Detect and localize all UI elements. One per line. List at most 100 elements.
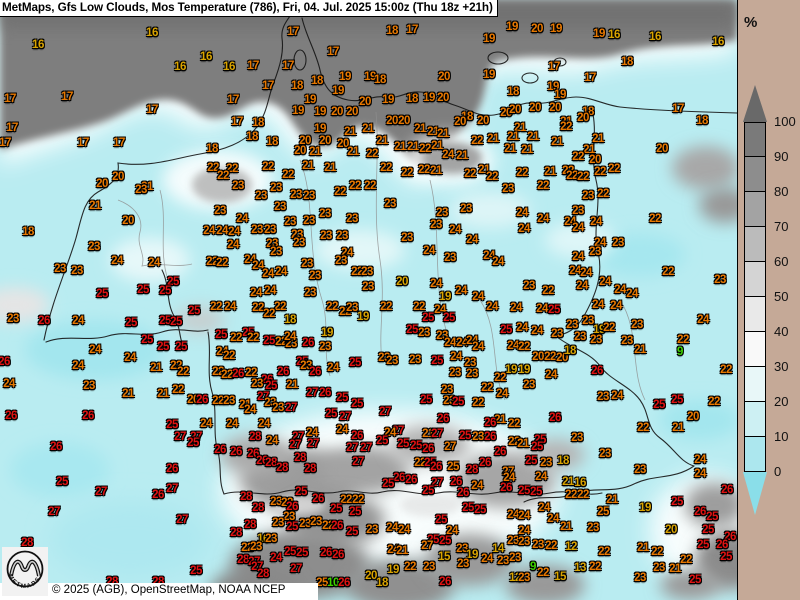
station-value: 20 xyxy=(509,104,521,116)
station-value: 22 xyxy=(326,301,338,313)
station-value: 20 xyxy=(549,102,561,114)
station-value: 25 xyxy=(531,441,543,453)
station-value: 26 xyxy=(457,487,469,499)
colorbar-segment xyxy=(744,437,766,472)
station-value: 28 xyxy=(249,431,261,443)
colorbar: 1009080706050403020100 xyxy=(744,85,800,525)
station-value: 23 xyxy=(540,457,552,469)
station-value: 21 xyxy=(507,131,519,143)
station-value: 25 xyxy=(422,312,434,324)
station-value: 23 xyxy=(303,215,315,227)
colorbar-tick-label: 90 xyxy=(774,149,788,164)
colorbar-tick-label: 50 xyxy=(774,289,788,304)
station-value: 23 xyxy=(612,237,624,249)
station-value: 23 xyxy=(714,274,726,286)
metmaps-logo[interactable]: METMAPS xyxy=(2,547,48,596)
station-value: 25 xyxy=(296,547,308,559)
station-value: 24 xyxy=(599,276,611,288)
station-value: 18 xyxy=(374,74,386,86)
station-value: 23 xyxy=(362,281,374,293)
station-value: 24 xyxy=(592,299,604,311)
station-value: 24 xyxy=(610,300,622,312)
station-value: 19 xyxy=(483,69,495,81)
station-value: 25 xyxy=(190,565,202,577)
station-value: 27 xyxy=(444,441,456,453)
station-value: 23 xyxy=(653,562,665,574)
station-value: 23 xyxy=(272,402,284,414)
station-value: 25 xyxy=(175,341,187,353)
station-value: 22 xyxy=(662,266,674,278)
station-value: 22 xyxy=(537,180,549,192)
station-value: 21 xyxy=(517,438,529,450)
station-value: 25 xyxy=(525,455,537,467)
station-value: 25 xyxy=(702,524,714,536)
station-value: 23 xyxy=(301,258,313,270)
station-value: 23 xyxy=(634,572,646,584)
station-value: 25 xyxy=(382,478,394,490)
station-value: 26 xyxy=(214,444,226,456)
station-value: 24 xyxy=(518,510,530,522)
station-value: 19 xyxy=(387,564,399,576)
station-value: 24 xyxy=(423,245,435,257)
station-value: 27 xyxy=(289,439,301,451)
station-value: 23 xyxy=(250,541,262,553)
station-value: 21 xyxy=(562,476,574,488)
station-value: 23 xyxy=(270,182,282,194)
station-value: 23 xyxy=(418,327,430,339)
station-value: 23 xyxy=(509,552,521,564)
station-value: 25 xyxy=(141,334,153,346)
station-value: 17 xyxy=(231,116,243,128)
station-value: 26 xyxy=(309,366,321,378)
station-value: 21 xyxy=(672,422,684,434)
station-value: 23 xyxy=(270,246,282,258)
station-value: 17 xyxy=(282,60,294,72)
station-value: 27 xyxy=(290,563,302,575)
station-value: 25 xyxy=(349,506,361,518)
station-value: 25 xyxy=(376,435,388,447)
station-value: 23 xyxy=(518,536,530,548)
station-value: 26 xyxy=(439,576,451,588)
station-value: 22 xyxy=(649,213,661,225)
colorbar-tick-label: 0 xyxy=(774,464,781,479)
station-value: 20 xyxy=(96,178,108,190)
station-value: 23 xyxy=(309,270,321,282)
station-value: 26 xyxy=(549,412,561,424)
station-value: 17 xyxy=(287,26,299,38)
station-value: 26 xyxy=(230,446,242,458)
station-value: 21 xyxy=(544,166,556,178)
station-value: 22 xyxy=(380,301,392,313)
station-value: 22 xyxy=(177,366,189,378)
station-value: 25 xyxy=(349,357,361,369)
station-value: 24 xyxy=(224,301,236,313)
station-value: 24 xyxy=(626,288,638,300)
station-value: 25 xyxy=(188,305,200,317)
station-value: 18 xyxy=(291,80,303,92)
colorbar-tick-label: 70 xyxy=(774,219,788,234)
station-value: 20 xyxy=(529,102,541,114)
station-value: 23 xyxy=(587,522,599,534)
station-value: 23 xyxy=(571,432,583,444)
station-value: 23 xyxy=(532,539,544,551)
colorbar-segment xyxy=(744,332,766,367)
station-value: 26 xyxy=(152,489,164,501)
station-value: 20 xyxy=(112,171,124,183)
station-value: 27 xyxy=(307,438,319,450)
station-value: 22 xyxy=(680,554,692,566)
station-value: 24 xyxy=(516,207,528,219)
station-value: 25 xyxy=(96,288,108,300)
station-value: 23 xyxy=(582,190,594,202)
station-value: 27 xyxy=(176,514,188,526)
station-value: 18 xyxy=(557,455,569,467)
station-value: 16 xyxy=(32,39,44,51)
station-value: 18 xyxy=(284,314,296,326)
station-value: 16 xyxy=(146,27,158,39)
station-value: 25 xyxy=(518,485,530,497)
station-value: 24 xyxy=(449,224,461,236)
station-value: 22 xyxy=(401,167,413,179)
station-value: 15 xyxy=(554,571,566,583)
station-value: 25 xyxy=(137,284,149,296)
station-value: 23 xyxy=(54,263,66,275)
station-value: 21 xyxy=(527,131,539,143)
station-value: 23 xyxy=(272,517,284,529)
station-value: 23 xyxy=(232,180,244,192)
